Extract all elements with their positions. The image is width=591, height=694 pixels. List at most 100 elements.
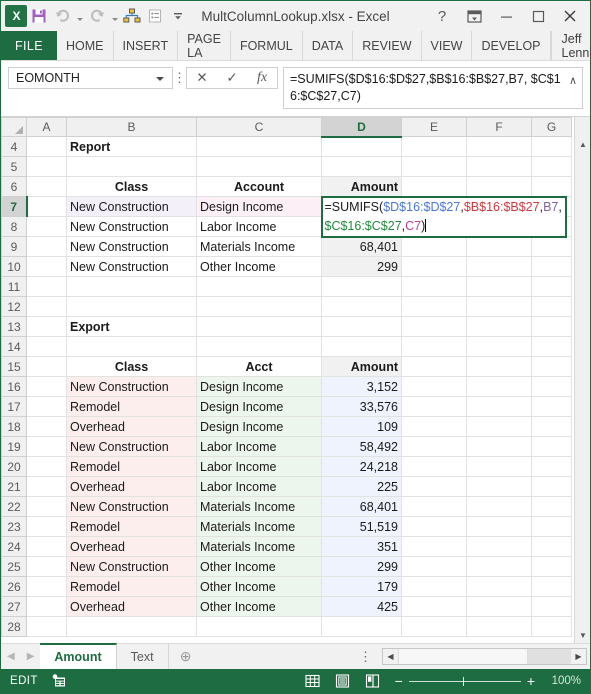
scroll-up-button[interactable]: ▲ bbox=[575, 136, 590, 152]
sheet-tab-text[interactable]: Text bbox=[117, 644, 169, 669]
cell-editor-d7[interactable]: =SUMIFS($D$16:$D$27,$B$16:$B$27,B7, $C$16… bbox=[320, 195, 567, 238]
next-sheet-button[interactable]: ▶ bbox=[27, 651, 35, 662]
cell-A9[interactable] bbox=[26, 236, 67, 257]
cell-B24[interactable]: Overhead bbox=[66, 536, 197, 557]
cell-A4[interactable] bbox=[26, 136, 67, 157]
cell-E4[interactable] bbox=[401, 136, 467, 157]
cell-B27[interactable]: Overhead bbox=[66, 596, 197, 617]
cell-A27[interactable] bbox=[26, 596, 67, 617]
cell-A24[interactable] bbox=[26, 536, 67, 557]
cell-D20[interactable]: 24,218 bbox=[321, 456, 402, 477]
cell-C23[interactable]: Materials Income bbox=[196, 516, 322, 537]
row-header-9[interactable]: 9 bbox=[1, 236, 27, 257]
cell-C15[interactable]: Acct bbox=[196, 356, 322, 377]
scroll-down-button[interactable]: ▼ bbox=[575, 627, 590, 643]
minimize-button[interactable] bbox=[490, 2, 522, 30]
cell-C6[interactable]: Account bbox=[196, 176, 322, 197]
cell-A14[interactable] bbox=[26, 336, 67, 357]
cell-A5[interactable] bbox=[26, 156, 67, 177]
cell-G26[interactable] bbox=[531, 576, 572, 597]
help-button[interactable]: ? bbox=[426, 2, 458, 30]
column-header-f[interactable]: F bbox=[466, 117, 532, 137]
tab-file[interactable]: FILE bbox=[1, 31, 57, 60]
row-header-12[interactable]: 12 bbox=[1, 296, 27, 317]
cell-C8[interactable]: Labor Income bbox=[196, 216, 322, 237]
cell-B25[interactable]: New Construction bbox=[66, 556, 197, 577]
cell-C4[interactable] bbox=[196, 136, 322, 157]
cell-B14[interactable] bbox=[66, 336, 197, 357]
name-box[interactable]: EOMONTH bbox=[8, 67, 173, 89]
cell-A10[interactable] bbox=[26, 256, 67, 277]
cell-A21[interactable] bbox=[26, 476, 67, 497]
cell-F22[interactable] bbox=[466, 496, 532, 517]
cell-F26[interactable] bbox=[466, 576, 532, 597]
cell-D14[interactable] bbox=[321, 336, 402, 357]
cell-A17[interactable] bbox=[26, 396, 67, 417]
cell-G27[interactable] bbox=[531, 596, 572, 617]
cell-D16[interactable]: 3,152 bbox=[321, 376, 402, 397]
record-macro-icon[interactable] bbox=[52, 674, 67, 688]
cell-B28[interactable] bbox=[66, 616, 197, 637]
cell-F6[interactable] bbox=[466, 176, 532, 197]
zoom-slider[interactable]: − + bbox=[395, 674, 535, 688]
cell-F20[interactable] bbox=[466, 456, 532, 477]
user-account[interactable]: Jeff Lenni... bbox=[550, 31, 591, 60]
cell-A19[interactable] bbox=[26, 436, 67, 457]
hscroll-track[interactable] bbox=[528, 649, 571, 664]
cell-G9[interactable] bbox=[531, 236, 572, 257]
row-header-28[interactable]: 28 bbox=[1, 616, 27, 637]
cell-A8[interactable] bbox=[26, 216, 67, 237]
cell-C22[interactable]: Materials Income bbox=[196, 496, 322, 517]
cell-C16[interactable]: Design Income bbox=[196, 376, 322, 397]
cell-E25[interactable] bbox=[401, 556, 467, 577]
cell-C11[interactable] bbox=[196, 276, 322, 297]
column-header-d[interactable]: D bbox=[321, 117, 402, 138]
row-header-19[interactable]: 19 bbox=[1, 436, 27, 457]
undo-dropdown-icon[interactable] bbox=[74, 5, 85, 27]
cell-B9[interactable]: New Construction bbox=[66, 236, 197, 257]
row-header-24[interactable]: 24 bbox=[1, 536, 27, 557]
cell-D10[interactable]: 299 bbox=[321, 256, 402, 277]
zoom-track[interactable] bbox=[408, 676, 521, 686]
cell-E24[interactable] bbox=[401, 536, 467, 557]
cell-F4[interactable] bbox=[466, 136, 532, 157]
cell-C5[interactable] bbox=[196, 156, 322, 177]
cell-C19[interactable]: Labor Income bbox=[196, 436, 322, 457]
cell-E15[interactable] bbox=[401, 356, 467, 377]
tab-data[interactable]: DATA bbox=[303, 31, 354, 60]
cell-E9[interactable] bbox=[401, 236, 467, 257]
cell-A23[interactable] bbox=[26, 516, 67, 537]
cell-B22[interactable]: New Construction bbox=[66, 496, 197, 517]
page-layout-view-icon[interactable] bbox=[335, 674, 351, 689]
cell-F28[interactable] bbox=[466, 616, 532, 637]
cell-C9[interactable]: Materials Income bbox=[196, 236, 322, 257]
tab-view[interactable]: VIEW bbox=[422, 31, 473, 60]
row-header-25[interactable]: 25 bbox=[1, 556, 27, 577]
column-header-b[interactable]: B bbox=[66, 117, 197, 137]
list-icon[interactable] bbox=[144, 5, 166, 27]
cell-B10[interactable]: New Construction bbox=[66, 256, 197, 277]
cell-E5[interactable] bbox=[401, 156, 467, 177]
cell-F12[interactable] bbox=[466, 296, 532, 317]
cell-A15[interactable] bbox=[26, 356, 67, 377]
cell-A12[interactable] bbox=[26, 296, 67, 317]
cell-F27[interactable] bbox=[466, 596, 532, 617]
row-header-7[interactable]: 7 bbox=[1, 196, 28, 217]
cell-B21[interactable]: Overhead bbox=[66, 476, 197, 497]
prev-sheet-button[interactable]: ◀ bbox=[7, 651, 15, 662]
cell-G22[interactable] bbox=[531, 496, 572, 517]
normal-view-icon[interactable] bbox=[305, 674, 321, 689]
column-header-c[interactable]: C bbox=[196, 117, 322, 137]
redo-dropdown-icon[interactable] bbox=[109, 5, 120, 27]
scroll-left-button[interactable]: ◀ bbox=[383, 649, 398, 664]
cell-A22[interactable] bbox=[26, 496, 67, 517]
zoom-level[interactable]: 100% bbox=[549, 675, 581, 687]
cell-G17[interactable] bbox=[531, 396, 572, 417]
cell-E28[interactable] bbox=[401, 616, 467, 637]
cell-E26[interactable] bbox=[401, 576, 467, 597]
tab-formulas[interactable]: FORMUL bbox=[231, 31, 303, 60]
tab-overflow-icon[interactable]: ⋮ bbox=[351, 649, 380, 665]
row-header-17[interactable]: 17 bbox=[1, 396, 27, 417]
add-sheet-button[interactable]: ⊕ bbox=[169, 644, 203, 669]
tab-page-layout[interactable]: PAGE LA bbox=[178, 31, 231, 60]
